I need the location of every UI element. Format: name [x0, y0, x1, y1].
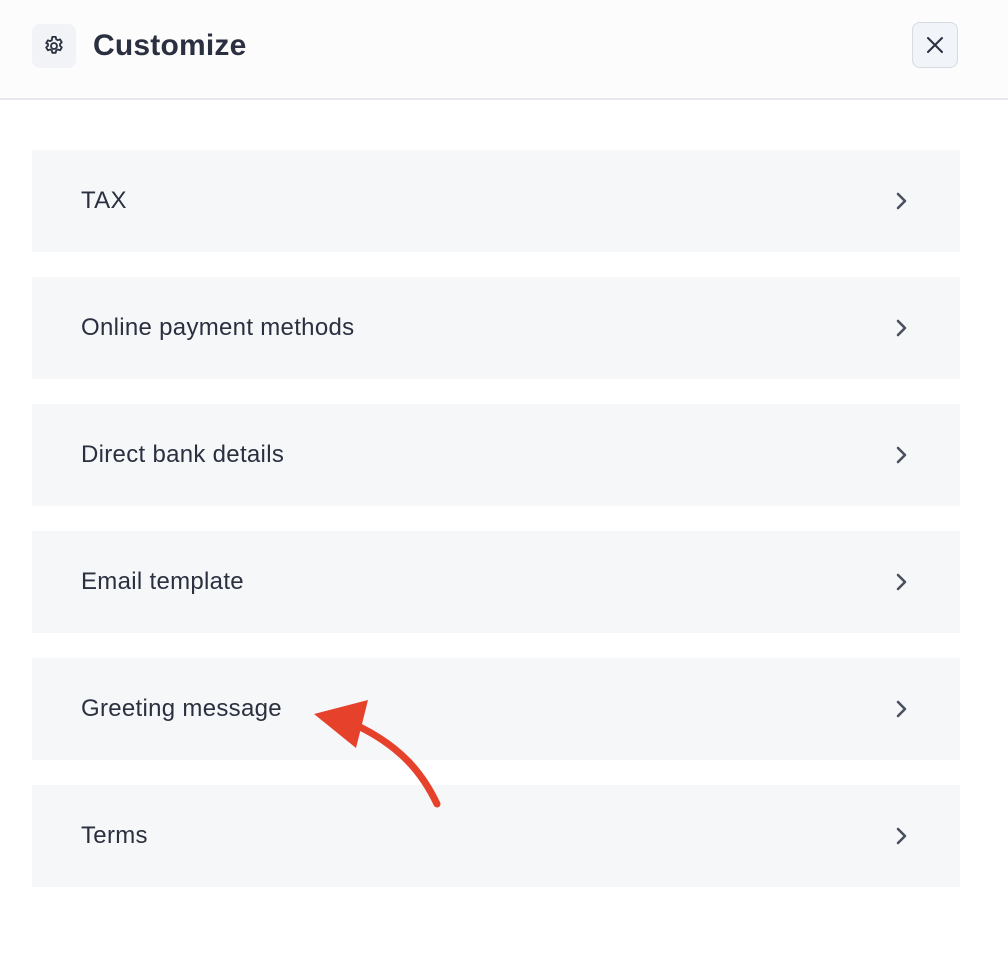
page-title: Customize: [93, 29, 247, 62]
customize-panel: Customize TAX Online payment methods Dir…: [0, 0, 1008, 968]
option-label: Direct bank details: [81, 441, 285, 468]
option-tax[interactable]: TAX: [32, 150, 960, 252]
option-label: Greeting message: [81, 695, 282, 722]
option-label: Terms: [81, 822, 148, 849]
option-greeting-message[interactable]: Greeting message: [32, 658, 960, 760]
chevron-right-icon: [890, 444, 912, 466]
panel-header: Customize: [0, 0, 1008, 100]
chevron-right-icon: [890, 698, 912, 720]
option-label: Online payment methods: [81, 314, 355, 341]
gear-icon: [32, 24, 76, 68]
chevron-right-icon: [890, 571, 912, 593]
option-email-template[interactable]: Email template: [32, 531, 960, 633]
option-online-payment-methods[interactable]: Online payment methods: [32, 277, 960, 379]
option-label: TAX: [81, 187, 127, 214]
close-icon: [927, 37, 943, 53]
close-button[interactable]: [912, 22, 958, 68]
option-label: Email template: [81, 568, 244, 595]
option-terms[interactable]: Terms: [32, 785, 960, 887]
chevron-right-icon: [890, 317, 912, 339]
chevron-right-icon: [890, 190, 912, 212]
option-direct-bank-details[interactable]: Direct bank details: [32, 404, 960, 506]
chevron-right-icon: [890, 825, 912, 847]
customize-options-list: TAX Online payment methods Direct bank d…: [32, 150, 960, 912]
annotation-arrow-icon: [314, 700, 441, 808]
